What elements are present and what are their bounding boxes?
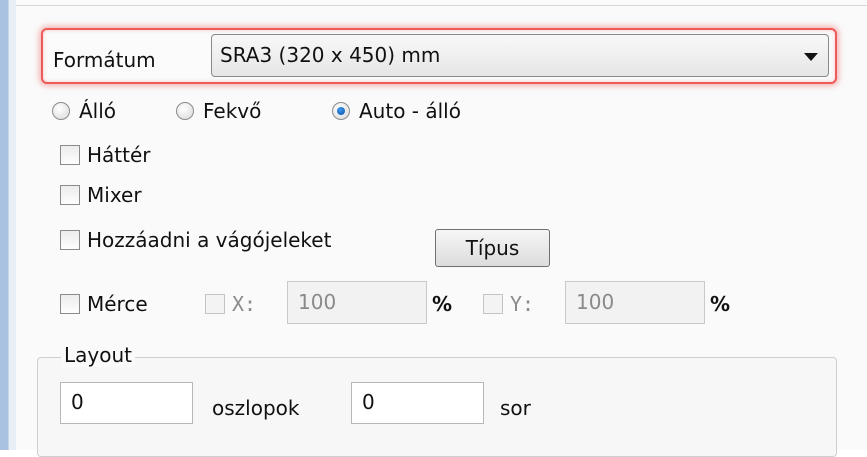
scale-checkbox-box (60, 294, 80, 314)
background-checkbox[interactable]: Háttér (60, 143, 151, 167)
scale-y-unit: % (710, 292, 731, 316)
layout-group-title: Layout (61, 343, 135, 367)
radio-landscape[interactable]: Fekvő (176, 98, 261, 124)
mixer-checkbox-label: Mixer (87, 183, 142, 207)
scale-x-label: X: (232, 292, 257, 316)
columns-input[interactable]: 0 (60, 382, 193, 424)
background-checkbox-label: Háttér (87, 143, 151, 167)
crop-marks-checkbox-box (60, 230, 80, 250)
scale-x-input[interactable]: 100 (287, 281, 427, 324)
mixer-checkbox-box (60, 185, 80, 205)
crop-marks-checkbox[interactable]: Hozzáadni a vágójeleket (60, 228, 331, 252)
format-label: Formátum (53, 48, 156, 72)
format-select[interactable]: SRA3 (320 x 450) mm (211, 34, 829, 77)
format-row: Formátum SRA3 (320 x 450) mm (41, 28, 837, 84)
scale-x-unit: % (432, 292, 453, 316)
radio-auto[interactable]: Auto - álló (332, 98, 461, 124)
radio-portrait[interactable]: Álló (52, 98, 116, 124)
mixer-checkbox[interactable]: Mixer (60, 183, 142, 207)
scale-checkbox-label: Mérce (87, 292, 148, 316)
scale-y-checkbox-box (483, 294, 503, 314)
background-checkbox-box (60, 145, 80, 165)
crop-marks-checkbox-label: Hozzáadni a vágójeleket (87, 228, 332, 252)
rows-label: sor (500, 396, 531, 420)
radio-landscape-label: Fekvő (203, 99, 262, 123)
radio-auto-label: Auto - álló (359, 99, 461, 123)
format-select-value: SRA3 (320 x 450) mm (220, 43, 441, 67)
radio-portrait-label: Álló (79, 99, 117, 123)
radio-portrait-circle (52, 102, 70, 120)
radio-landscape-circle (176, 102, 194, 120)
radio-auto-circle (332, 102, 350, 120)
top-divider (16, 5, 867, 6)
type-button[interactable]: Típus (435, 229, 550, 267)
scale-y-input[interactable]: 100 (565, 281, 705, 324)
columns-label: oszlopok (212, 396, 300, 420)
chevron-down-icon (804, 53, 818, 61)
scale-checkbox[interactable]: Mérce (60, 292, 148, 316)
scale-y-checkbox[interactable]: Y: (483, 292, 534, 316)
rows-input[interactable]: 0 (351, 382, 484, 424)
scale-x-checkbox[interactable]: X: (205, 292, 256, 316)
scale-y-label: Y: (510, 292, 535, 316)
scale-x-checkbox-box (205, 294, 225, 314)
window-left-border (0, 0, 8, 450)
